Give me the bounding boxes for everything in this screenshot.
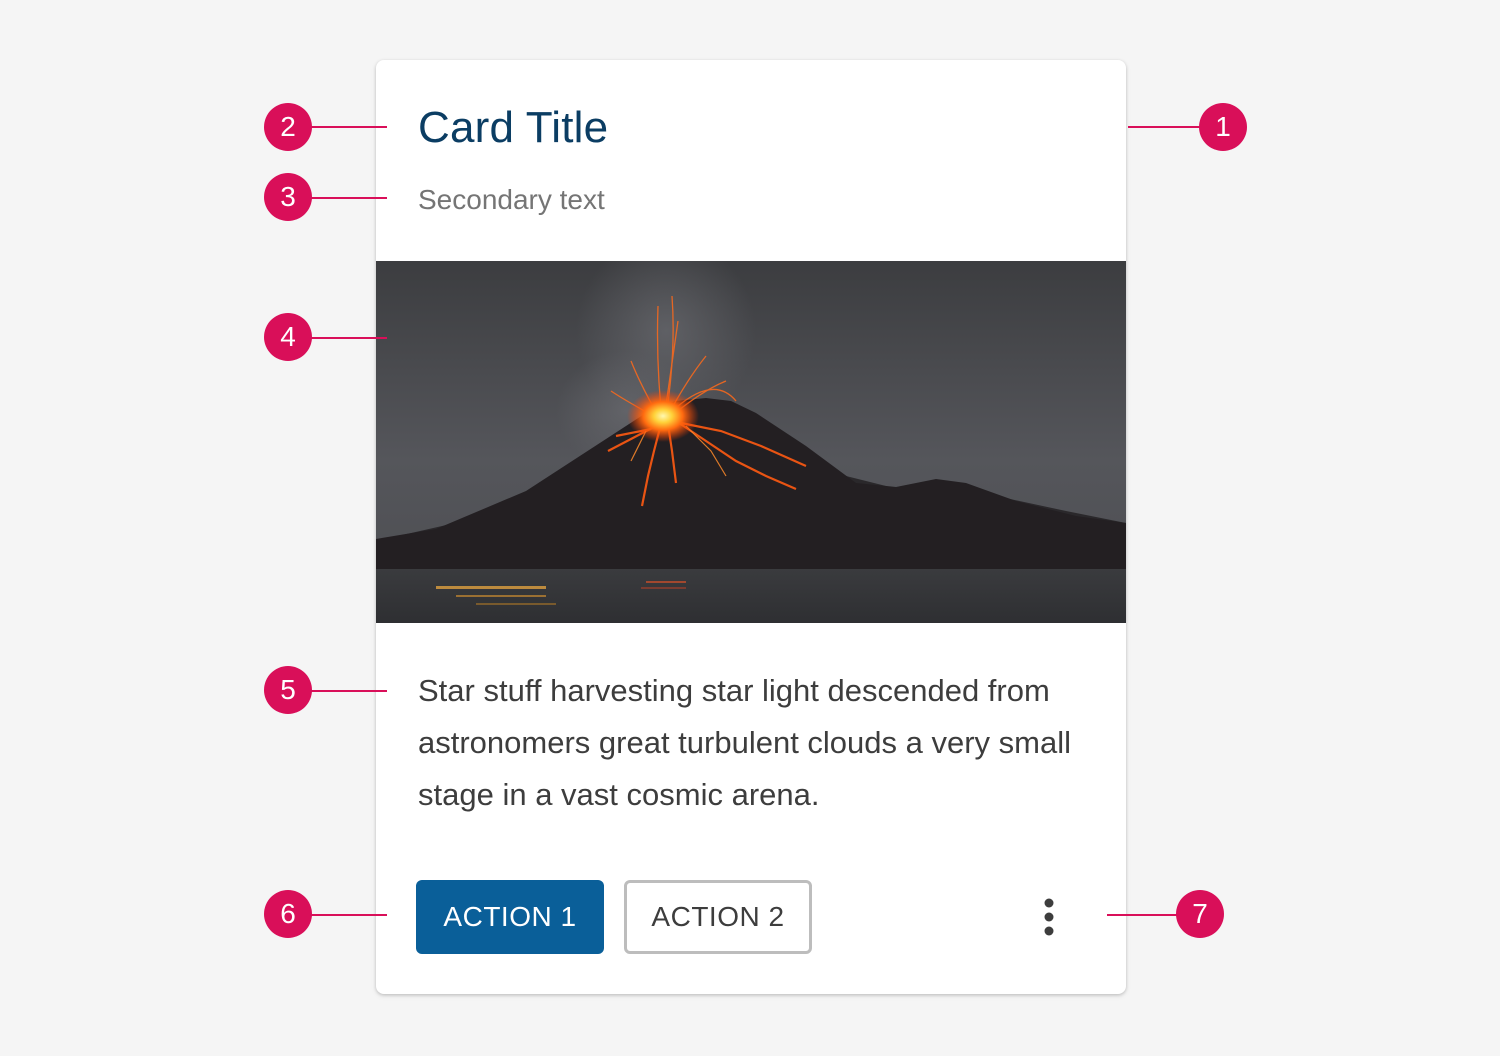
callout-badge-2: 2 (264, 103, 312, 151)
callout-badge-1: 1 (1199, 103, 1247, 151)
callout-line-2 (300, 126, 387, 128)
action-1-button[interactable]: ACTION 1 (416, 880, 604, 954)
callout-line-3 (300, 197, 387, 199)
card: Card Title Secondary text Star stuff har… (376, 60, 1126, 994)
callout-line-4 (300, 337, 387, 339)
callout-line-7 (1107, 914, 1184, 916)
card-body-text: Star stuff harvesting star light descend… (418, 673, 1072, 812)
callout-badge-3: 3 (264, 173, 312, 221)
card-media-image (376, 261, 1126, 623)
card-title: Card Title (418, 103, 609, 152)
callout-line-5 (300, 690, 387, 692)
card-secondary-text: Secondary text (418, 184, 605, 215)
callout-badge-7: 7 (1176, 890, 1224, 938)
callout-badge-6: 6 (264, 890, 312, 938)
action-2-button[interactable]: ACTION 2 (624, 880, 812, 954)
more-vertical-icon (1044, 898, 1054, 936)
callout-line-1 (1128, 126, 1204, 128)
callout-badge-4: 4 (264, 313, 312, 361)
callout-badge-5: 5 (264, 666, 312, 714)
overflow-menu-button[interactable] (1026, 882, 1072, 952)
callout-line-6 (300, 914, 387, 916)
